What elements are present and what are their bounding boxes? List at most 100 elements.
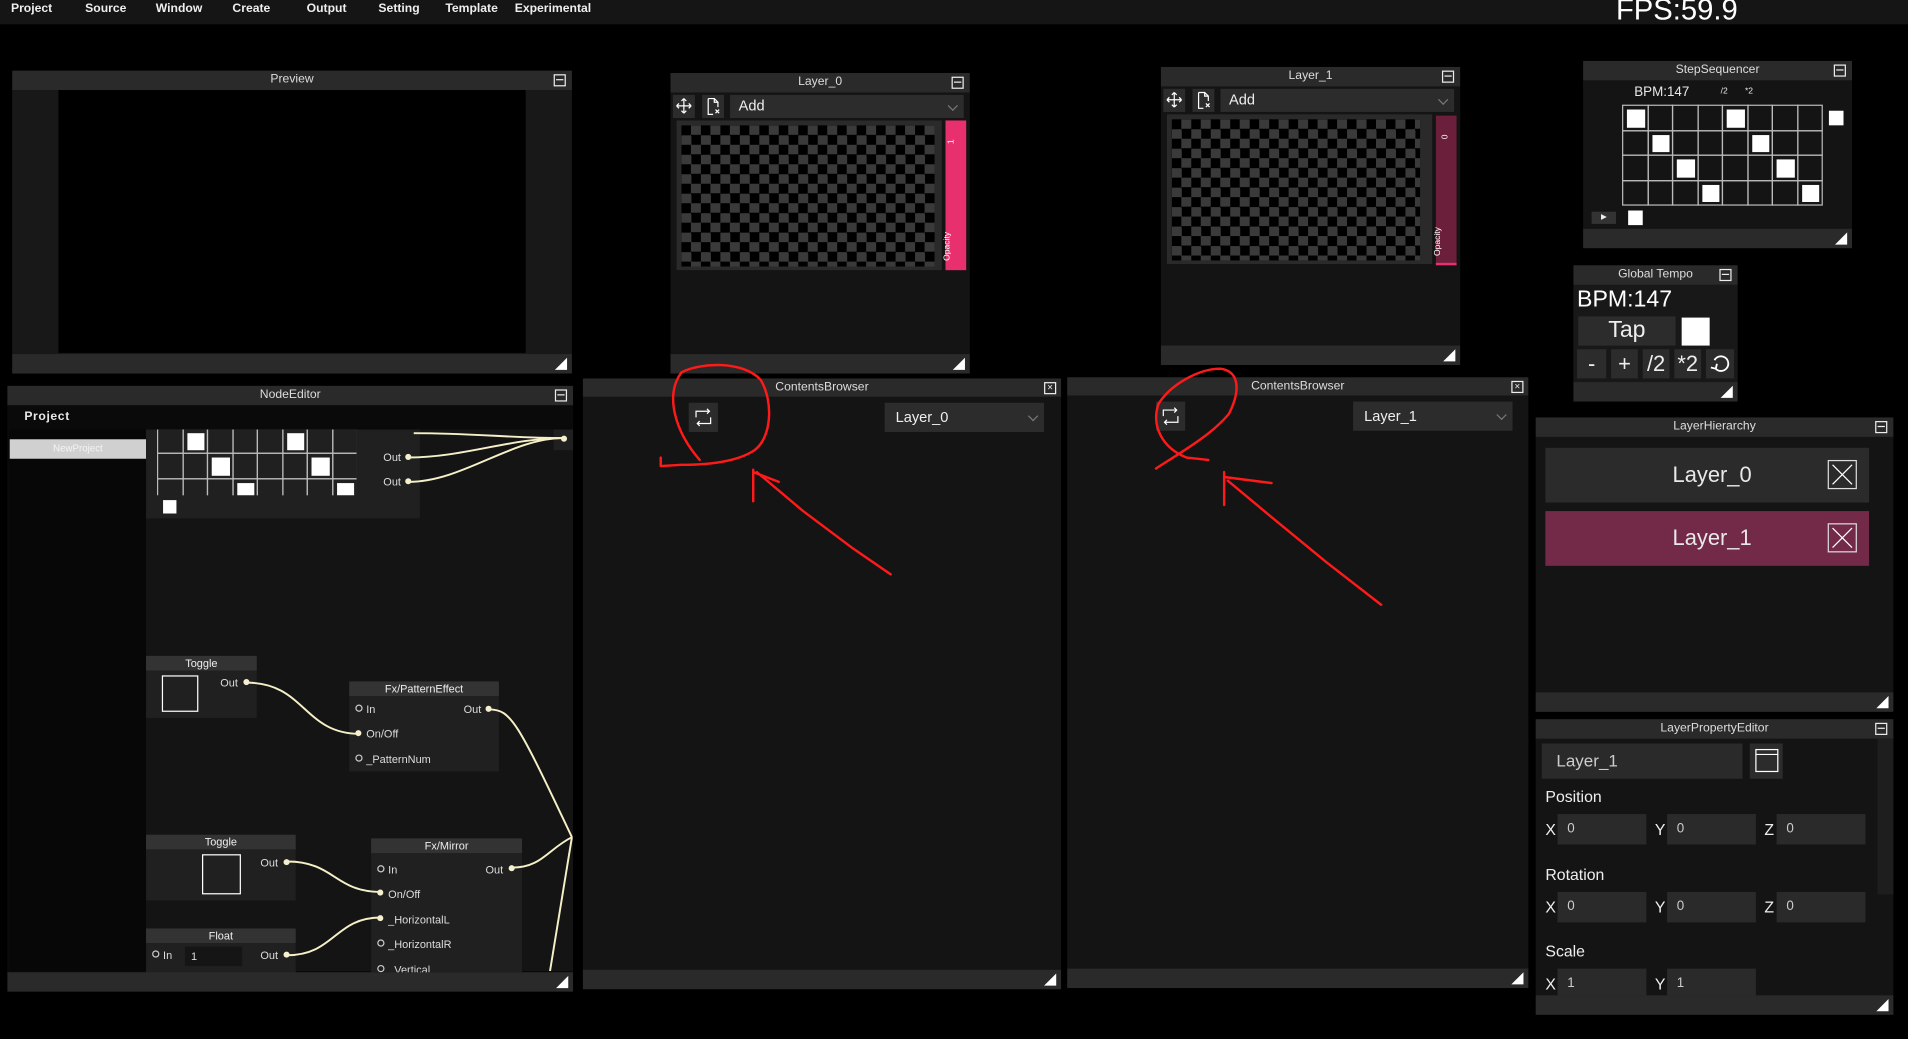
opacity-slider[interactable]: 0 Opacity	[1434, 115, 1457, 266]
step-cell[interactable]	[1671, 154, 1699, 181]
panel-title-bar[interactable]: LayerPropertyEditor	[1535, 719, 1894, 739]
half-button[interactable]: /2	[1721, 88, 1728, 97]
panel-title-bar[interactable]: ContentsBrowser ×	[582, 378, 1062, 397]
step-cell[interactable]	[1696, 129, 1724, 156]
step-cell[interactable]	[1721, 129, 1748, 156]
minimize-icon[interactable]	[553, 74, 566, 87]
step-cell[interactable]	[1796, 129, 1823, 156]
close-icon[interactable]: ×	[1044, 382, 1057, 395]
resize-handle-icon[interactable]	[1876, 999, 1889, 1012]
half-bpm-button[interactable]: /2	[1642, 349, 1670, 379]
panel-title-bar[interactable]: NodeEditor	[7, 385, 574, 406]
clear-file-button[interactable]	[1192, 88, 1215, 112]
step-cell[interactable]	[1746, 104, 1773, 131]
menu-template[interactable]: Template	[445, 2, 498, 15]
panel-title-bar[interactable]: ContentsBrowser ×	[1067, 377, 1529, 396]
menu-project[interactable]: Project	[11, 2, 52, 15]
step-cell[interactable]	[1796, 104, 1823, 131]
step-cell[interactable]	[1646, 104, 1674, 131]
step-cell[interactable]	[1771, 179, 1798, 206]
rotation-y-input[interactable]: 0	[1667, 891, 1756, 923]
panel-title-bar[interactable]: LayerHierarchy	[1535, 417, 1894, 437]
step-cell[interactable]	[1721, 154, 1748, 181]
resize-handle-icon[interactable]	[1511, 972, 1524, 985]
close-icon[interactable]: ×	[1511, 380, 1524, 394]
layer-select[interactable]: Layer_0	[884, 402, 1045, 432]
double-bpm-button[interactable]: *2	[1674, 349, 1702, 379]
decrement-bpm-button[interactable]: -	[1577, 349, 1607, 379]
step-cell[interactable]	[1771, 154, 1798, 181]
step-cell[interactable]	[1746, 129, 1773, 156]
resize-handle-icon[interactable]	[952, 357, 965, 370]
layer-item-layer-0[interactable]: Layer_0	[1545, 447, 1870, 503]
step-cell[interactable]	[1796, 179, 1823, 206]
position-z-input[interactable]: 0	[1776, 814, 1866, 845]
minimize-icon[interactable]	[1441, 70, 1455, 83]
step-cell[interactable]	[1746, 179, 1773, 206]
menu-window[interactable]: Window	[156, 2, 203, 15]
menu-create[interactable]: Create	[232, 2, 270, 15]
step-cell[interactable]	[1771, 129, 1798, 156]
minimize-icon[interactable]	[1875, 421, 1888, 434]
step-cell[interactable]	[1622, 154, 1649, 181]
refresh-button[interactable]	[1155, 401, 1186, 431]
node-canvas[interactable]: Out Out Toggle Out Fx/PatternEffect In O…	[146, 429, 574, 978]
minimize-icon[interactable]	[1833, 64, 1846, 77]
layer-window-button[interactable]	[1749, 743, 1783, 779]
scale-y-input[interactable]: 1	[1667, 968, 1756, 996]
double-button[interactable]: *2	[1745, 88, 1753, 97]
panel-title-bar[interactable]: StepSequencer	[1583, 60, 1853, 81]
minimize-icon[interactable]	[554, 389, 568, 402]
panel-title-bar[interactable]: Preview	[12, 70, 572, 91]
refresh-button[interactable]	[688, 402, 718, 432]
menu-source[interactable]: Source	[85, 2, 126, 15]
step-cell[interactable]	[1671, 129, 1699, 156]
resize-handle-icon[interactable]	[1876, 696, 1889, 709]
resize-handle-icon[interactable]	[1720, 385, 1733, 398]
step-cell[interactable]	[1696, 179, 1724, 206]
layer-thumbnail[interactable]	[681, 125, 935, 267]
blend-mode-select[interactable]: Add	[730, 94, 964, 119]
resize-handle-icon[interactable]	[1834, 232, 1848, 245]
delete-layer-button[interactable]	[1827, 459, 1857, 490]
blend-mode-select[interactable]: Add	[1220, 88, 1455, 112]
panel-title-bar[interactable]: Global Tempo	[1573, 265, 1738, 285]
project-item-newproject[interactable]: NewProject	[9, 439, 147, 459]
opacity-slider[interactable]: 1 Opacity	[943, 120, 967, 271]
menu-experimental[interactable]: Experimental	[515, 2, 591, 15]
position-x-input[interactable]: 0	[1557, 814, 1647, 845]
move-button[interactable]	[672, 94, 695, 119]
scrollbar[interactable]	[1877, 738, 1894, 895]
minimize-icon[interactable]	[1875, 722, 1888, 735]
step-cell[interactable]	[1622, 129, 1649, 156]
step-cell[interactable]	[1796, 154, 1823, 181]
step-cell[interactable]	[1696, 104, 1724, 131]
scale-x-input[interactable]: 1	[1557, 968, 1647, 996]
step-cell[interactable]	[1671, 104, 1699, 131]
delete-layer-button[interactable]	[1827, 523, 1857, 553]
step-cell[interactable]	[1721, 104, 1748, 131]
panel-title-bar[interactable]: Layer_0	[670, 73, 970, 93]
resize-handle-icon[interactable]	[1443, 349, 1456, 362]
rotation-x-input[interactable]: 0	[1557, 891, 1647, 923]
clear-file-button[interactable]	[702, 94, 725, 119]
reset-button[interactable]	[1706, 349, 1734, 379]
play-button[interactable]: ▶	[1591, 211, 1616, 224]
resize-handle-icon[interactable]	[1044, 973, 1057, 986]
minimize-icon[interactable]	[951, 76, 964, 89]
layer-thumbnail[interactable]	[1171, 119, 1421, 261]
step-cell[interactable]	[1696, 154, 1724, 181]
step-cell[interactable]	[1646, 179, 1674, 206]
panel-title-bar[interactable]: Layer_1	[1160, 66, 1461, 87]
minimize-icon[interactable]	[1719, 268, 1732, 282]
step-cell[interactable]	[1622, 104, 1649, 131]
step-cell[interactable]	[1746, 154, 1773, 181]
menu-output[interactable]: Output	[307, 2, 347, 15]
increment-bpm-button[interactable]: +	[1611, 349, 1638, 379]
layer-name-input[interactable]: Layer_1	[1541, 743, 1743, 779]
move-button[interactable]	[1163, 88, 1186, 112]
step-cell[interactable]	[1771, 104, 1798, 131]
step-cell[interactable]	[1646, 129, 1674, 156]
tap-button[interactable]: Tap	[1578, 316, 1676, 346]
position-y-input[interactable]: 0	[1667, 814, 1756, 845]
